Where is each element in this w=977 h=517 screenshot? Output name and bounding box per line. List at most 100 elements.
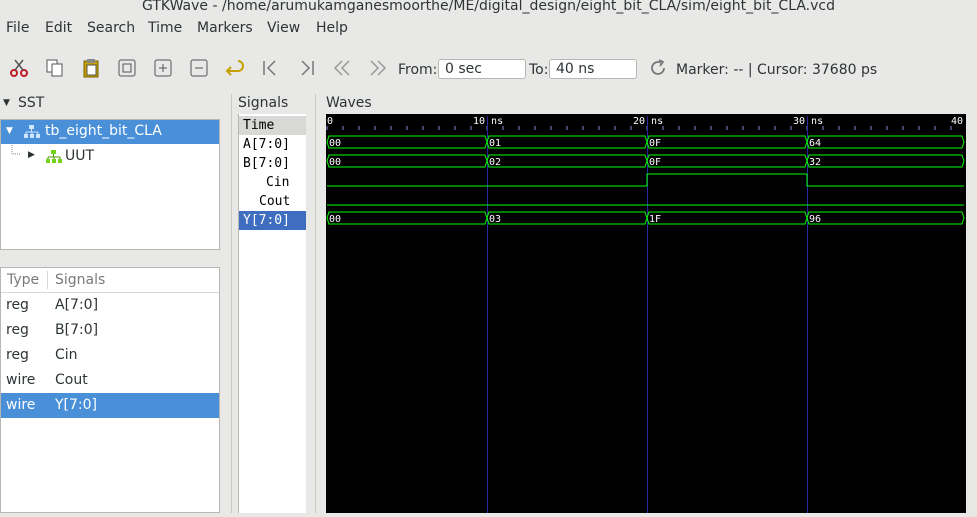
signal-row[interactable]: reg Cin: [1, 343, 219, 368]
signal-name-b[interactable]: B[7:0]: [239, 154, 306, 173]
menu-file[interactable]: File: [6, 20, 29, 36]
from-input[interactable]: [438, 59, 526, 79]
expander-closed-icon[interactable]: ▶: [28, 150, 35, 160]
tree-line-icon: [11, 145, 21, 155]
column-divider: [47, 271, 48, 289]
toolbar: From: To: Marker: -- | Cursor: 37680 ps: [0, 48, 977, 92]
bus-segment: [486, 211, 648, 225]
signal-name: Cin: [55, 347, 78, 363]
tick-label: 40: [951, 116, 963, 127]
zoom-fit-icon[interactable]: [117, 58, 137, 78]
waveform-viewer[interactable]: 0 10 ns 20 ns 30 ns 40 00 01 0F 64 00 02 0F 32 00 03 1F…: [326, 114, 968, 513]
bus-segment: [326, 211, 488, 225]
menu-search[interactable]: Search: [87, 20, 135, 36]
reload-icon[interactable]: [648, 58, 668, 78]
bus-value-label: 64: [809, 138, 821, 149]
bus-value-label: 00: [329, 157, 341, 168]
bus-value-label: 32: [809, 157, 821, 168]
bus-value-label: 02: [489, 157, 501, 168]
module-icon: [24, 125, 40, 138]
signal-row[interactable]: wire Cout: [1, 368, 219, 393]
menu-markers[interactable]: Markers: [197, 20, 253, 36]
undo-zoom-icon[interactable]: [224, 58, 244, 78]
sst-title: SST: [18, 95, 45, 111]
expander-open-icon[interactable]: ▼: [6, 126, 13, 136]
zoom-end-icon[interactable]: [296, 58, 316, 78]
bus-segment: [806, 211, 965, 225]
signal-name-cin[interactable]: Cin: [239, 173, 306, 192]
bus-segment: [806, 154, 965, 168]
signal-type: reg: [6, 322, 29, 338]
signal-name: Cout: [55, 372, 88, 388]
zoom-start-icon[interactable]: [261, 58, 281, 78]
copy-icon[interactable]: [45, 58, 65, 78]
signal-name-a[interactable]: A[7:0]: [239, 135, 306, 154]
tick-label: 20 ns: [633, 116, 663, 127]
bit-waveform: [327, 173, 964, 187]
tree-item-label: tb_eight_bit_CLA: [45, 123, 162, 139]
menu-bar: File Edit Search Time Markers View Help: [0, 14, 977, 44]
find-next-edge-icon[interactable]: [368, 58, 388, 78]
signal-name: Y[7:0]: [55, 397, 98, 413]
signal-type: reg: [6, 347, 29, 363]
menu-help[interactable]: Help: [316, 20, 348, 36]
column-header-signals[interactable]: Signals: [55, 268, 105, 292]
signal-list: Type Signals reg A[7:0] reg B[7:0] reg Cin …: [0, 267, 220, 513]
bus-value-label: 0F: [649, 138, 661, 149]
bus-segment: [646, 211, 808, 225]
zoom-in-icon[interactable]: [153, 58, 173, 78]
pane-divider[interactable]: [231, 94, 232, 513]
paste-icon[interactable]: [81, 58, 101, 78]
find-previous-edge-icon[interactable]: [332, 58, 352, 78]
signal-type: wire: [6, 372, 36, 388]
window-title: GTKWave - /home/arumukamganesmoorthe/ME/…: [0, 0, 977, 14]
tree-item-tb-eight-bit-cla[interactable]: ▼ tb_eight_bit_CLA: [1, 120, 219, 144]
bus-value-label: 96: [809, 214, 821, 225]
tree-item-label: UUT: [65, 148, 95, 164]
hierarchy-tree: ▼ tb_eight_bit_CLA ▶ UUT: [0, 119, 220, 250]
signal-name-time[interactable]: Time: [239, 116, 306, 135]
bus-value-label: 1F: [649, 214, 661, 225]
signal-name-y-selected[interactable]: Y[7:0]: [239, 211, 306, 230]
bus-segment: [486, 135, 648, 149]
signal-type: wire: [6, 397, 36, 413]
bus-value-label: 00: [329, 138, 341, 149]
signal-row[interactable]: reg B[7:0]: [1, 318, 219, 343]
bus-segment: [646, 154, 808, 168]
from-label: From:: [398, 62, 438, 78]
signal-name: A[7:0]: [55, 297, 99, 313]
column-header-type[interactable]: Type: [7, 268, 39, 292]
signal-name: B[7:0]: [55, 322, 99, 338]
bus-segment: [326, 135, 488, 149]
cut-icon[interactable]: [9, 58, 29, 78]
menu-time[interactable]: Time: [148, 20, 182, 36]
bus-segment: [486, 154, 648, 168]
signal-name-cout[interactable]: Cout: [239, 192, 306, 211]
bus-segment: [806, 135, 965, 149]
bus-segment: [326, 154, 488, 168]
bus-value-label: 0F: [649, 157, 661, 168]
signal-row[interactable]: reg A[7:0]: [1, 293, 219, 318]
signals-panel: Time A[7:0] B[7:0] Cin Cout Y[7:0]: [238, 114, 306, 513]
bus-value-label: 00: [329, 214, 341, 225]
tree-item-uut[interactable]: ▶ UUT: [1, 145, 219, 169]
tick-label: 30 ns: [793, 116, 823, 127]
waveform-canvas[interactable]: 0 10 ns 20 ns 30 ns 40 00 01 0F 64 00 02 0F 32 00 03 1F…: [326, 114, 968, 513]
bus-segment: [646, 135, 808, 149]
signal-list-header: Type Signals: [1, 268, 219, 293]
sst-header[interactable]: ▼ SST: [0, 94, 230, 116]
zoom-out-icon[interactable]: [189, 58, 209, 78]
sst-collapse-arrow-icon[interactable]: ▼: [3, 98, 10, 108]
signal-row-selected[interactable]: wire Y[7:0]: [1, 393, 219, 418]
tick-label: 10 ns: [473, 116, 503, 127]
marker-cursor-status: Marker: -- | Cursor: 37680 ps: [676, 62, 878, 78]
menu-edit[interactable]: Edit: [45, 20, 72, 36]
pane-divider[interactable]: [315, 94, 316, 513]
signal-type: reg: [6, 297, 29, 313]
bus-value-label: 01: [489, 138, 501, 149]
module-icon: [46, 150, 62, 163]
menu-view[interactable]: View: [267, 20, 300, 36]
to-input[interactable]: [549, 59, 637, 79]
waves-panel-title: Waves: [326, 95, 372, 111]
to-label: To:: [529, 62, 549, 78]
